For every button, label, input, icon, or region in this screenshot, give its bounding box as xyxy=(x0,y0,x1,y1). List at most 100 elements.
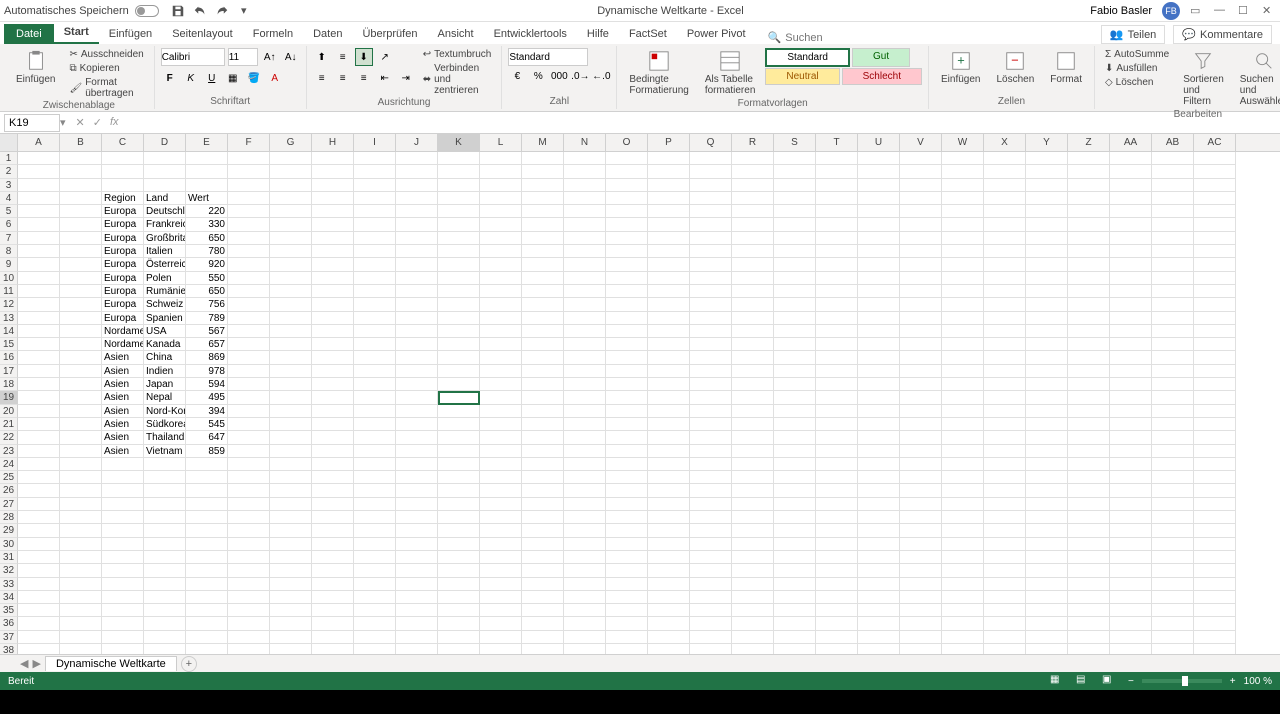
font-size-select[interactable] xyxy=(228,48,258,66)
cell-I20[interactable] xyxy=(354,405,396,418)
cell-AB34[interactable] xyxy=(1152,591,1194,604)
cell-N4[interactable] xyxy=(564,192,606,205)
cell-U18[interactable] xyxy=(858,378,900,391)
cell-Q7[interactable] xyxy=(690,232,732,245)
cell-H23[interactable] xyxy=(312,445,354,458)
cell-O34[interactable] xyxy=(606,591,648,604)
cell-F16[interactable] xyxy=(228,351,270,364)
row-header-30[interactable]: 30 xyxy=(0,538,18,551)
cell-O6[interactable] xyxy=(606,218,648,231)
cell-M11[interactable] xyxy=(522,285,564,298)
cell-B19[interactable] xyxy=(60,391,102,404)
cell-T22[interactable] xyxy=(816,431,858,444)
cell-AC9[interactable] xyxy=(1194,258,1236,271)
tab-ueberpruefen[interactable]: Überprüfen xyxy=(352,24,427,44)
cell-G21[interactable] xyxy=(270,418,312,431)
cell-Z7[interactable] xyxy=(1068,232,1110,245)
cell-V20[interactable] xyxy=(900,405,942,418)
cell-S34[interactable] xyxy=(774,591,816,604)
cell-T11[interactable] xyxy=(816,285,858,298)
cell-O33[interactable] xyxy=(606,578,648,591)
cell-T26[interactable] xyxy=(816,484,858,497)
cell-AA1[interactable] xyxy=(1110,152,1152,165)
cell-W37[interactable] xyxy=(942,631,984,644)
cell-O35[interactable] xyxy=(606,604,648,617)
cell-B12[interactable] xyxy=(60,298,102,311)
cell-I8[interactable] xyxy=(354,245,396,258)
cell-S12[interactable] xyxy=(774,298,816,311)
style-schlecht[interactable]: Schlecht xyxy=(842,68,922,85)
cell-O25[interactable] xyxy=(606,471,648,484)
cell-K21[interactable] xyxy=(438,418,480,431)
cell-N13[interactable] xyxy=(564,312,606,325)
cell-V19[interactable] xyxy=(900,391,942,404)
cell-W31[interactable] xyxy=(942,551,984,564)
cell-Y11[interactable] xyxy=(1026,285,1068,298)
cell-W22[interactable] xyxy=(942,431,984,444)
cell-G36[interactable] xyxy=(270,617,312,630)
cell-N18[interactable] xyxy=(564,378,606,391)
row-header-12[interactable]: 12 xyxy=(0,298,18,311)
cell-J8[interactable] xyxy=(396,245,438,258)
cell-K12[interactable] xyxy=(438,298,480,311)
autosum-button[interactable]: ΣAutoSumme xyxy=(1101,48,1173,61)
cell-U28[interactable] xyxy=(858,511,900,524)
cell-P31[interactable] xyxy=(648,551,690,564)
cell-C14[interactable]: Nordamer xyxy=(102,325,144,338)
cell-O12[interactable] xyxy=(606,298,648,311)
cell-E16[interactable]: 869 xyxy=(186,351,228,364)
cell-R12[interactable] xyxy=(732,298,774,311)
align-bottom-icon[interactable]: ⬇ xyxy=(355,48,373,66)
cell-K5[interactable] xyxy=(438,205,480,218)
cell-G33[interactable] xyxy=(270,578,312,591)
cell-AC3[interactable] xyxy=(1194,179,1236,192)
cell-I17[interactable] xyxy=(354,365,396,378)
cell-Z29[interactable] xyxy=(1068,524,1110,537)
cell-M13[interactable] xyxy=(522,312,564,325)
cell-D22[interactable]: Thailand xyxy=(144,431,186,444)
cell-J7[interactable] xyxy=(396,232,438,245)
cell-AC21[interactable] xyxy=(1194,418,1236,431)
cell-I6[interactable] xyxy=(354,218,396,231)
cell-K7[interactable] xyxy=(438,232,480,245)
fill-color-button[interactable]: 🪣 xyxy=(245,69,263,87)
cell-V31[interactable] xyxy=(900,551,942,564)
cell-AA26[interactable] xyxy=(1110,484,1152,497)
cell-K20[interactable] xyxy=(438,405,480,418)
cell-AA36[interactable] xyxy=(1110,617,1152,630)
cell-R7[interactable] xyxy=(732,232,774,245)
tab-factset[interactable]: FactSet xyxy=(619,24,677,44)
cell-L29[interactable] xyxy=(480,524,522,537)
cell-E26[interactable] xyxy=(186,484,228,497)
cell-Q28[interactable] xyxy=(690,511,732,524)
cell-N21[interactable] xyxy=(564,418,606,431)
cell-Z15[interactable] xyxy=(1068,338,1110,351)
cell-V8[interactable] xyxy=(900,245,942,258)
cell-I10[interactable] xyxy=(354,272,396,285)
cell-AA13[interactable] xyxy=(1110,312,1152,325)
cell-E22[interactable]: 647 xyxy=(186,431,228,444)
cell-B26[interactable] xyxy=(60,484,102,497)
cell-H26[interactable] xyxy=(312,484,354,497)
qat-dropdown-icon[interactable]: ▾ xyxy=(237,4,251,18)
cell-F29[interactable] xyxy=(228,524,270,537)
cell-B29[interactable] xyxy=(60,524,102,537)
cell-R33[interactable] xyxy=(732,578,774,591)
cell-AC5[interactable] xyxy=(1194,205,1236,218)
cell-AA28[interactable] xyxy=(1110,511,1152,524)
cell-E35[interactable] xyxy=(186,604,228,617)
cell-AB33[interactable] xyxy=(1152,578,1194,591)
cell-I29[interactable] xyxy=(354,524,396,537)
cell-L12[interactable] xyxy=(480,298,522,311)
cell-S6[interactable] xyxy=(774,218,816,231)
cell-AC23[interactable] xyxy=(1194,445,1236,458)
format-as-table-button[interactable]: Als Tabelle formatieren xyxy=(699,48,762,98)
cell-T21[interactable] xyxy=(816,418,858,431)
cell-U19[interactable] xyxy=(858,391,900,404)
cell-U37[interactable] xyxy=(858,631,900,644)
cell-V12[interactable] xyxy=(900,298,942,311)
underline-button[interactable]: U xyxy=(203,69,221,87)
cell-X3[interactable] xyxy=(984,179,1026,192)
cell-S38[interactable] xyxy=(774,644,816,654)
cell-Q20[interactable] xyxy=(690,405,732,418)
